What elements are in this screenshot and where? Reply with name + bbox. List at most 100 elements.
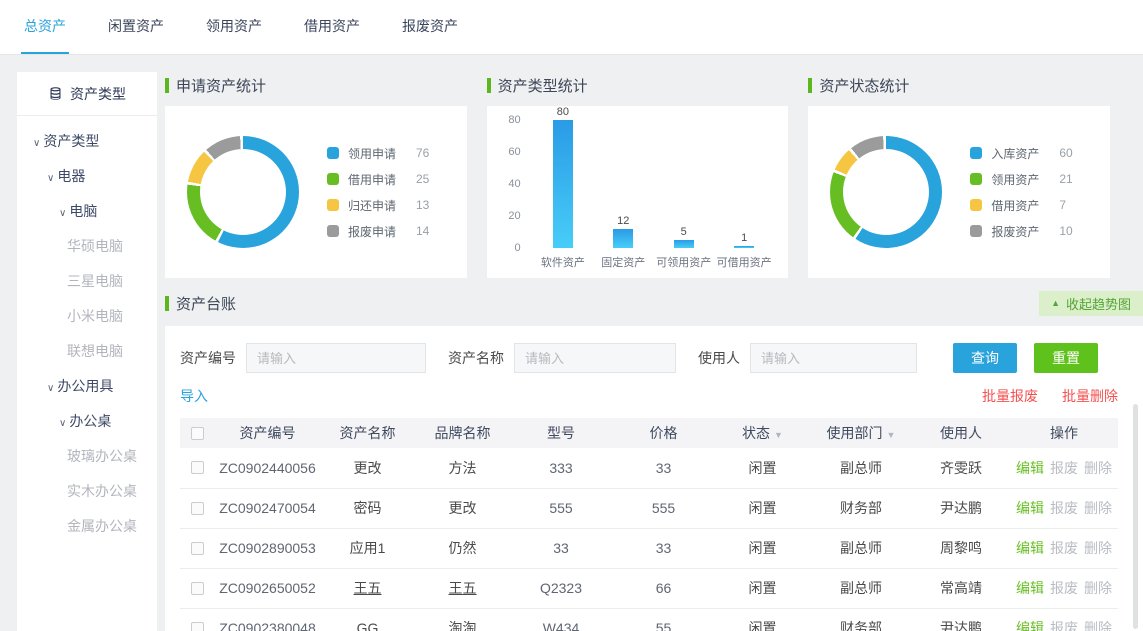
bar-plot-area: 801251: [533, 120, 775, 248]
cell-name: 更改: [320, 448, 415, 488]
collapse-up-icon: ▲: [1051, 298, 1060, 308]
batch-delete-link[interactable]: 批量删除: [1062, 386, 1118, 406]
cell-name: 应用1: [320, 528, 415, 568]
row-actions-cell: 编辑报废删除: [1010, 608, 1118, 631]
legend-value: 14: [416, 224, 429, 238]
import-link[interactable]: 导入: [180, 386, 208, 406]
scrap-link[interactable]: 报废: [1050, 620, 1078, 631]
chart-title: 资产状态统计: [808, 72, 1110, 98]
edit-link[interactable]: 编辑: [1016, 620, 1044, 631]
edit-link[interactable]: 编辑: [1016, 460, 1044, 476]
tree-node-8[interactable]: ∨办公桌: [17, 404, 157, 439]
chevron-down-icon: ∨: [59, 196, 66, 231]
table-row-4: ZC0902380048GG淘淘W43455闲置财务部尹达鹏编辑报废删除: [180, 608, 1118, 631]
bar-value-label: 1: [741, 232, 747, 244]
tab-item-4[interactable]: 报废资产: [399, 0, 461, 54]
legend-label: 借用资产: [991, 197, 1059, 214]
tree-node-label: 办公用具: [57, 378, 113, 394]
search-input-1[interactable]: [514, 343, 676, 373]
row-checkbox[interactable]: [191, 461, 204, 474]
x-axis-tick: 固定资产: [593, 254, 653, 270]
y-axis-tick: 40: [495, 178, 521, 190]
column-header-label: 使用人: [940, 425, 982, 441]
query-button[interactable]: 查询: [953, 343, 1017, 373]
legend-item-2[interactable]: 归还申请13: [327, 192, 451, 218]
y-axis-tick: 80: [495, 114, 521, 126]
reset-button[interactable]: 重置: [1034, 343, 1098, 373]
tree-node-3[interactable]: 华硕电脑: [17, 229, 157, 264]
scrap-link[interactable]: 报废: [1050, 540, 1078, 556]
legend-color-chip: [327, 199, 339, 211]
column-header-5: 状态▼: [715, 418, 810, 448]
legend-label: 领用资产: [991, 171, 1059, 188]
tree-node-11[interactable]: 金属办公桌: [17, 509, 157, 544]
header-checkbox-cell: [180, 418, 215, 448]
collapse-trend-button[interactable]: ▲ 收起趋势图: [1039, 291, 1143, 316]
scrap-link[interactable]: 报废: [1050, 460, 1078, 476]
row-checkbox-cell: [180, 528, 215, 568]
search-row: 资产编号资产名称使用人查询 重置: [180, 343, 1143, 373]
tree-node-5[interactable]: 小米电脑: [17, 299, 157, 334]
tree-node-6[interactable]: 联想电脑: [17, 334, 157, 369]
legend-item-1[interactable]: 领用资产21: [970, 166, 1094, 192]
select-all-checkbox[interactable]: [191, 427, 204, 440]
column-header-label: 操作: [1050, 425, 1078, 441]
row-checkbox[interactable]: [191, 542, 204, 555]
tree-node-0[interactable]: ∨资产类型: [17, 124, 157, 159]
delete-link[interactable]: 删除: [1084, 540, 1112, 556]
scrap-link[interactable]: 报废: [1050, 580, 1078, 596]
tree-node-2[interactable]: ∨电脑: [17, 194, 157, 229]
legend-label: 报废资产: [991, 223, 1059, 240]
legend-item-1[interactable]: 借用申请25: [327, 166, 451, 192]
table-row-1: ZC0902470054密码更改555555闲置财务部尹达鹏编辑报废删除: [180, 488, 1118, 528]
tab-item-2[interactable]: 领用资产: [203, 0, 265, 54]
delete-link[interactable]: 删除: [1084, 500, 1112, 516]
legend-item-0[interactable]: 领用申请76: [327, 140, 451, 166]
tree-node-label: 小米电脑: [67, 308, 123, 324]
tree-node-4[interactable]: 三星电脑: [17, 264, 157, 299]
tree-node-10[interactable]: 实木办公桌: [17, 474, 157, 509]
delete-link[interactable]: 删除: [1084, 620, 1112, 631]
tab-item-1[interactable]: 闲置资产: [105, 0, 167, 54]
cell-model: 33: [510, 528, 612, 568]
legend-value: 76: [416, 146, 429, 160]
edit-link[interactable]: 编辑: [1016, 540, 1044, 556]
legend-item-2[interactable]: 借用资产7: [970, 192, 1094, 218]
chevron-down-icon: ∨: [33, 126, 40, 161]
cell-dept: 副总师: [810, 528, 912, 568]
cell-dept: 副总师: [810, 448, 912, 488]
scrap-link[interactable]: 报废: [1050, 500, 1078, 516]
tree-node-1[interactable]: ∨电器: [17, 159, 157, 194]
row-checkbox[interactable]: [191, 582, 204, 595]
column-header-6: 使用部门▼: [810, 418, 912, 448]
table-scrollbar[interactable]: [1133, 404, 1138, 629]
delete-link[interactable]: 删除: [1084, 460, 1112, 476]
tab-item-3[interactable]: 借用资产: [301, 0, 363, 54]
legend-item-3[interactable]: 报废资产10: [970, 218, 1094, 244]
edit-link[interactable]: 编辑: [1016, 580, 1044, 596]
legend-color-chip: [970, 225, 982, 237]
column-header-label: 资产名称: [340, 425, 396, 441]
cell-status: 闲置: [715, 448, 810, 488]
batch-scrap-link[interactable]: 批量报废: [982, 386, 1038, 406]
legend-item-0[interactable]: 入库资产60: [970, 140, 1094, 166]
legend-item-3[interactable]: 报废申请14: [327, 218, 451, 244]
tree-node-7[interactable]: ∨办公用具: [17, 369, 157, 404]
edit-link[interactable]: 编辑: [1016, 500, 1044, 516]
row-checkbox[interactable]: [191, 502, 204, 515]
delete-link[interactable]: 删除: [1084, 580, 1112, 596]
filter-icon[interactable]: ▼: [774, 430, 783, 440]
row-checkbox[interactable]: [191, 622, 204, 631]
tab-item-0[interactable]: 总资产: [21, 0, 69, 54]
asset-table: 资产编号资产名称品牌名称型号价格状态▼使用部门▼使用人操作 ZC09024400…: [180, 418, 1118, 631]
search-input-2[interactable]: [750, 343, 917, 373]
search-input-0[interactable]: [246, 343, 426, 373]
column-header-label: 品牌名称: [435, 425, 491, 441]
cell-user: 齐雯跃: [912, 448, 1010, 488]
tree-node-9[interactable]: 玻璃办公桌: [17, 439, 157, 474]
cell-brand: 淘淘: [415, 608, 510, 631]
filter-icon[interactable]: ▼: [887, 430, 896, 440]
row-checkbox-cell: [180, 448, 215, 488]
table-header-row: 资产编号资产名称品牌名称型号价格状态▼使用部门▼使用人操作: [180, 418, 1118, 448]
cell-price: 33: [612, 528, 715, 568]
